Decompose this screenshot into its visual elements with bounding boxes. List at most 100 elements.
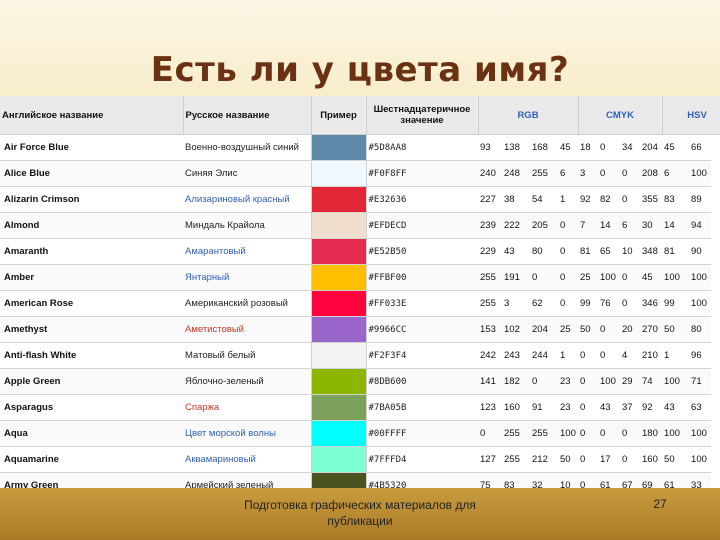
cmyk-value-cell: 99 xyxy=(578,290,598,317)
hsv-value-cell: 14 xyxy=(662,212,690,239)
hsv-value-cell: 43 xyxy=(662,394,690,421)
rgb-value-cell: 93 xyxy=(478,134,502,161)
hsv-value-cell: 30 xyxy=(640,212,663,239)
rgb-value-cell: 229 xyxy=(478,238,502,265)
color-swatch xyxy=(312,395,365,420)
cmyk-value-cell: 0 xyxy=(578,420,598,447)
english-name-cell: Alizarin Crimson xyxy=(0,186,183,213)
hex-value-cell: #E52B50 xyxy=(366,238,478,265)
rgb-value-cell: 43 xyxy=(502,238,530,265)
slide-title: Есть ли у цвета имя? xyxy=(150,50,570,90)
hsv-value-cell: 6 xyxy=(662,160,690,187)
rgb-value-cell: 0 xyxy=(530,264,558,291)
color-swatch xyxy=(312,343,365,368)
hsv-value-cell: 89 xyxy=(689,186,712,213)
cmyk-value-cell: 20 xyxy=(620,316,640,343)
header-hsv[interactable]: HSV xyxy=(662,96,720,135)
color-names-table: Английское название Русское название При… xyxy=(0,96,720,488)
table-row: Apple Green Яблочно-зеленый #8DB600 141 182 0… xyxy=(0,368,720,395)
russian-name-cell: Синяя Элис xyxy=(183,160,311,187)
hsv-value-cell: 100 xyxy=(662,368,690,395)
cmyk-value-cell: 10 xyxy=(558,472,578,488)
cmyk-value-cell: 0 xyxy=(558,238,578,265)
hsv-value-cell: 204 xyxy=(640,134,663,161)
cmyk-value-cell: 82 xyxy=(598,186,620,213)
cmyk-value-cell: 45 xyxy=(558,134,578,161)
rgb-value-cell: 255 xyxy=(502,420,530,447)
rgb-value-cell: 255 xyxy=(478,264,502,291)
color-swatch-cell xyxy=(310,342,367,369)
color-swatch xyxy=(312,135,365,160)
english-name-cell: Amethyst xyxy=(0,316,183,343)
color-swatch-cell xyxy=(310,368,367,395)
cmyk-value-cell: 0 xyxy=(598,420,620,447)
cmyk-value-cell: 0 xyxy=(620,264,640,291)
russian-name-cell[interactable]: Амарантовый xyxy=(183,238,311,265)
hsv-value-cell: 99 xyxy=(662,290,690,317)
cmyk-value-cell: 0 xyxy=(598,160,620,187)
cmyk-value-cell: 25 xyxy=(578,264,598,291)
rgb-value-cell: 3 xyxy=(502,290,530,317)
russian-name-cell[interactable]: Аметистовый xyxy=(183,316,311,343)
russian-name-cell[interactable]: Янтарный xyxy=(183,264,311,291)
russian-name-cell[interactable]: Цвет морской волны xyxy=(183,420,311,447)
cmyk-value-cell: 10 xyxy=(620,238,640,265)
cmyk-value-cell: 25 xyxy=(558,316,578,343)
cmyk-value-cell: 34 xyxy=(620,134,640,161)
cmyk-value-cell: 65 xyxy=(598,238,620,265)
russian-name-cell[interactable]: Спаржа xyxy=(183,394,311,421)
hsv-value-cell: 100 xyxy=(662,420,690,447)
rgb-value-cell: 0 xyxy=(530,368,558,395)
english-name-cell: Amaranth xyxy=(0,238,183,265)
rgb-value-cell: 204 xyxy=(530,316,558,343)
rgb-value-cell: 127 xyxy=(478,446,502,473)
russian-name-cell[interactable]: Аквамариновый xyxy=(183,446,311,473)
table-row: Army Green Армейский зеленый #4B5320 75 83 32… xyxy=(0,472,720,488)
russian-name-cell[interactable]: Ализариновый красный xyxy=(183,186,311,213)
hsv-value-cell: 50 xyxy=(662,316,690,343)
color-swatch-cell xyxy=(310,420,367,447)
rgb-value-cell: 123 xyxy=(478,394,502,421)
hex-value-cell: #00FFFF xyxy=(366,420,478,447)
table-row: Alice Blue Синяя Элис #F0F8FF 240 248 255 6 3 0 0… xyxy=(0,160,720,187)
color-swatch xyxy=(312,447,365,472)
rgb-value-cell: 62 xyxy=(530,290,558,317)
rgb-value-cell: 141 xyxy=(478,368,502,395)
russian-name-cell: Американский розовый xyxy=(183,290,311,317)
hsv-value-cell: 45 xyxy=(640,264,663,291)
cmyk-value-cell: 1 xyxy=(558,186,578,213)
rgb-value-cell: 222 xyxy=(502,212,530,239)
header-cmyk[interactable]: CMYK xyxy=(578,96,663,135)
color-swatch xyxy=(312,239,365,264)
english-name-cell: American Rose xyxy=(0,290,183,317)
rgb-value-cell: 54 xyxy=(530,186,558,213)
cmyk-value-cell: 0 xyxy=(598,342,620,369)
color-swatch xyxy=(312,161,365,186)
table-row: Aqua Цвет морской волны #00FFFF 0 255 255 100 0… xyxy=(0,420,720,447)
cmyk-value-cell: 0 xyxy=(578,394,598,421)
hex-value-cell: #FFBF00 xyxy=(366,264,478,291)
cmyk-value-cell: 6 xyxy=(620,212,640,239)
rgb-value-cell: 248 xyxy=(502,160,530,187)
cmyk-value-cell: 0 xyxy=(620,290,640,317)
header-rgb[interactable]: RGB xyxy=(478,96,579,135)
hsv-value-cell: 74 xyxy=(640,368,663,395)
hsv-value-cell: 348 xyxy=(640,238,663,265)
table-row: Aquamarine Аквамариновый #7FFFD4 127 255 212 5… xyxy=(0,446,720,473)
rgb-value-cell: 212 xyxy=(530,446,558,473)
rgb-value-cell: 255 xyxy=(478,290,502,317)
rgb-value-cell: 255 xyxy=(530,160,558,187)
rgb-value-cell: 32 xyxy=(530,472,558,488)
cmyk-value-cell: 0 xyxy=(558,264,578,291)
rgb-value-cell: 242 xyxy=(478,342,502,369)
hsv-value-cell: 92 xyxy=(640,394,663,421)
hsv-value-cell: 1 xyxy=(662,342,690,369)
hsv-value-cell: 81 xyxy=(662,238,690,265)
rgb-value-cell: 205 xyxy=(530,212,558,239)
hsv-value-cell: 33 xyxy=(689,472,712,488)
hsv-value-cell: 355 xyxy=(640,186,663,213)
cmyk-value-cell: 43 xyxy=(598,394,620,421)
table-row: Air Force Blue Военно-воздушный синий #5D8… xyxy=(0,134,720,161)
cmyk-value-cell: 3 xyxy=(578,160,598,187)
hex-value-cell: #EFDECD xyxy=(366,212,478,239)
